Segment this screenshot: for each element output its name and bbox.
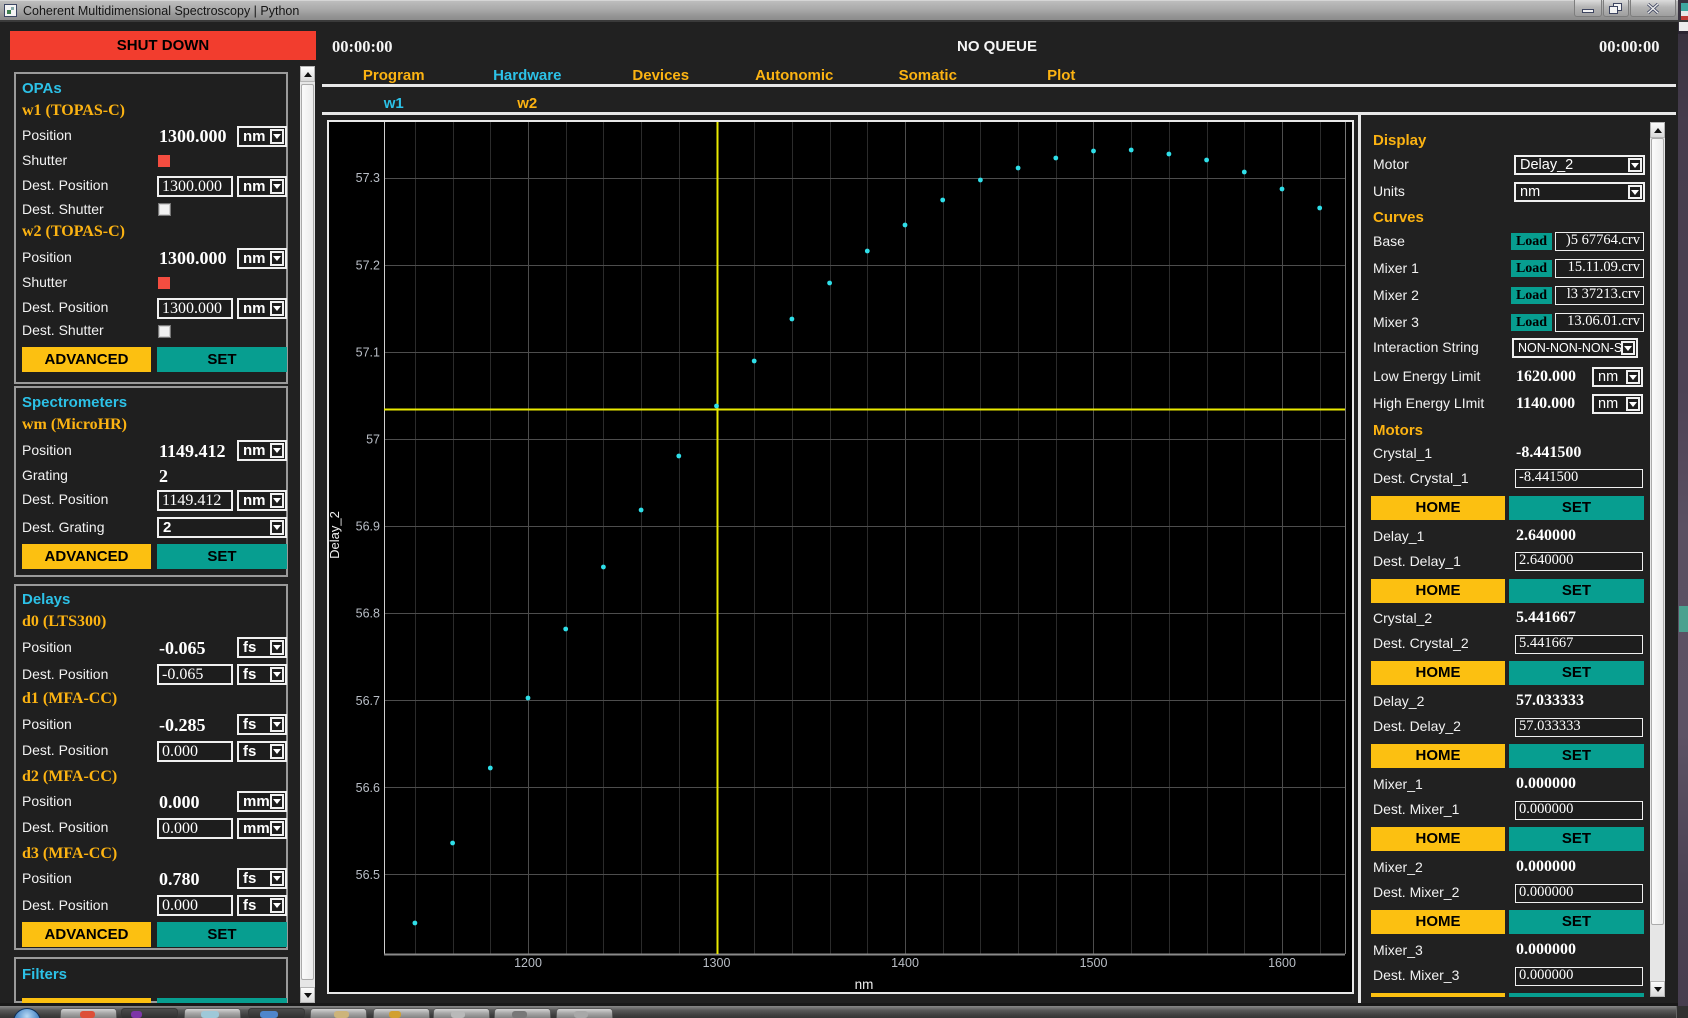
svg-text:1200: 1200 [514, 956, 542, 970]
svg-text:1600: 1600 [1268, 956, 1296, 970]
svg-text:57.1: 57.1 [356, 345, 380, 359]
svg-text:56.5: 56.5 [356, 868, 380, 882]
svg-text:Delay_2: Delay_2 [329, 511, 342, 559]
svg-text:nm: nm [855, 977, 874, 992]
svg-text:57.3: 57.3 [356, 171, 380, 185]
svg-text:56.9: 56.9 [356, 520, 380, 534]
svg-text:56.6: 56.6 [356, 781, 380, 795]
svg-text:56.7: 56.7 [356, 694, 380, 708]
svg-text:56.8: 56.8 [356, 607, 380, 621]
svg-text:1500: 1500 [1080, 956, 1108, 970]
svg-text:1300: 1300 [703, 956, 731, 970]
svg-text:57: 57 [366, 433, 380, 447]
svg-text:1400: 1400 [891, 956, 919, 970]
svg-text:57.2: 57.2 [356, 258, 380, 272]
